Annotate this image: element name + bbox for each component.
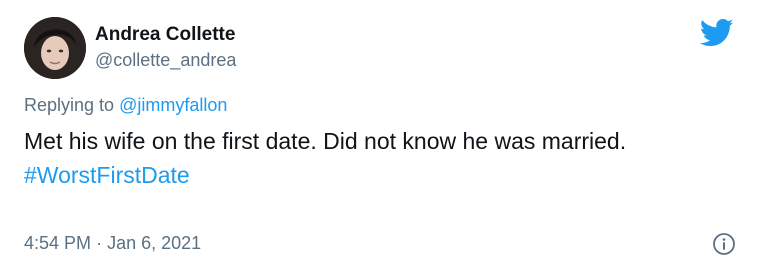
reply-prefix: Replying to <box>24 95 115 115</box>
reply-context: Replying to @jimmyfallon <box>24 95 227 116</box>
display-name[interactable]: Andrea Collette <box>95 24 235 46</box>
twitter-bird-icon[interactable] <box>700 18 734 48</box>
tweet-date: Jan 6, 2021 <box>107 233 202 253</box>
tweet-body: Met his wife on the first date. Did not … <box>24 128 627 154</box>
avatar[interactable] <box>24 17 86 79</box>
info-icon[interactable] <box>712 232 736 256</box>
reply-to-link[interactable]: @jimmyfallon <box>119 95 227 115</box>
avatar-image <box>24 17 86 79</box>
user-handle[interactable]: @collette_andrea <box>95 50 236 71</box>
tweet-text: Met his wife on the first date. Did not … <box>24 124 724 192</box>
tweet-time: 4:54 PM <box>24 233 92 253</box>
hashtag-link[interactable]: #WorstFirstDate <box>24 162 190 188</box>
tweet-card: Andrea Collette @collette_andrea Replyin… <box>0 0 758 255</box>
timestamp[interactable]: 4:54 PM · Jan 6, 2021 <box>24 233 201 254</box>
meta-separator: · <box>96 233 103 253</box>
